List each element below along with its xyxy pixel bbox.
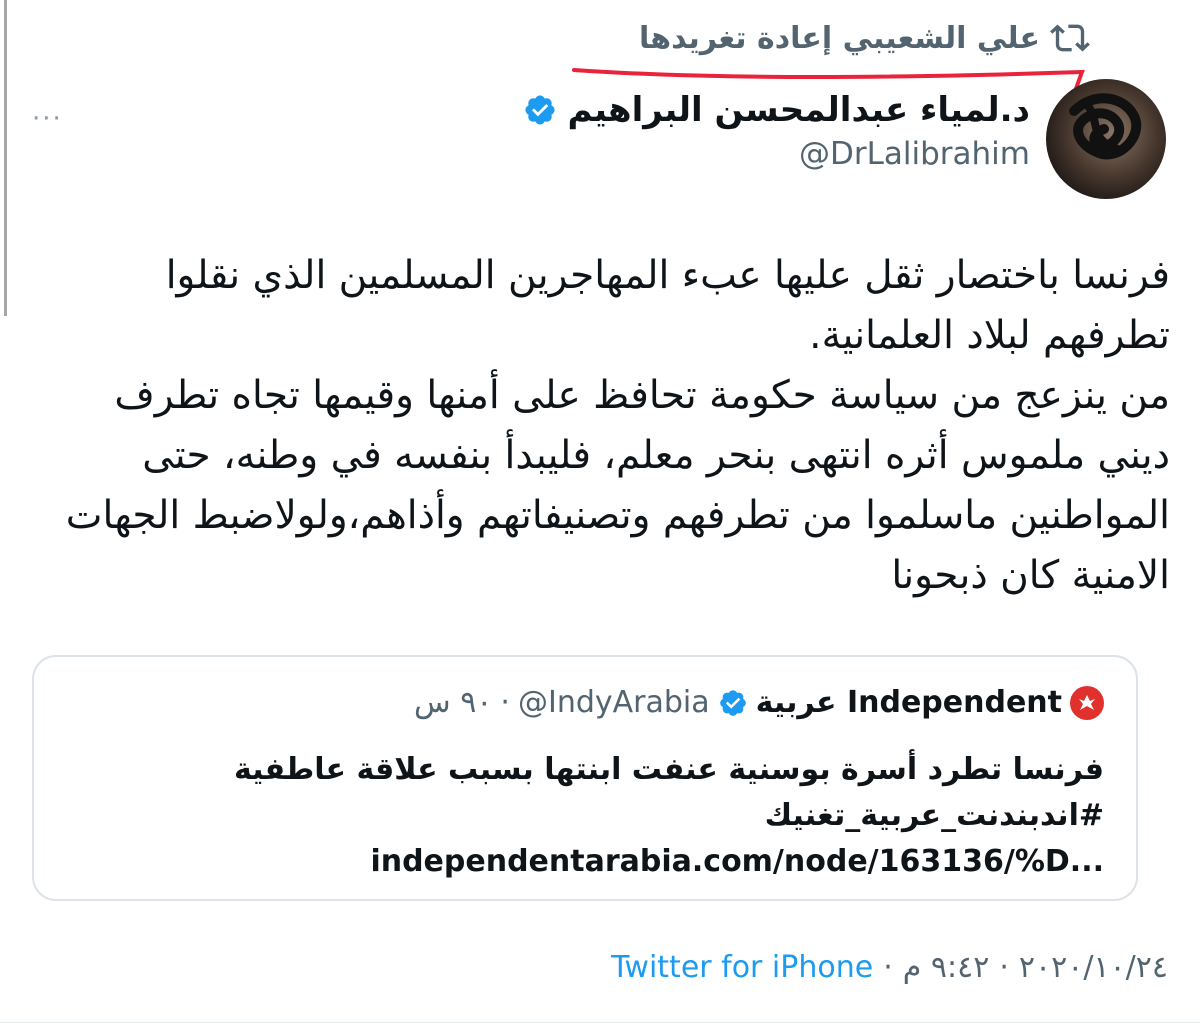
quoted-tweet-card[interactable]: Independent عربية @IndyArabia · ٩٠ س فرن… — [32, 655, 1138, 901]
tweet-footer: ٢٠٢٠/١٠/٢٤ · ٩:٤٢ م · Twitter for iPhone — [611, 950, 1168, 985]
quoted-line-1: فرنسا تطرد أسرة بوسنية عنفت ابنتها بسبب … — [233, 752, 1104, 787]
quoted-author-name: Independent عربية — [755, 685, 1062, 720]
verified-badge-icon — [523, 93, 557, 127]
retweet-icon — [1050, 18, 1090, 58]
tweet-time[interactable]: ٩:٤٢ م — [903, 950, 990, 985]
quoted-author-handle: @IndyArabia — [517, 685, 710, 720]
retweet-header[interactable]: علي الشعيبي إعادة تغريدها — [639, 18, 1090, 58]
author-block[interactable]: د.لمياء عبدالمحسن البراهيم @DrLalibrahim — [523, 90, 1030, 172]
author-handle[interactable]: @DrLalibrahim — [523, 136, 1030, 172]
retweet-label: علي الشعيبي إعادة تغريدها — [639, 20, 1040, 56]
quoted-separator: · — [500, 685, 510, 720]
independent-logo-icon — [1070, 685, 1104, 720]
thread-line — [4, 0, 7, 316]
more-options-icon[interactable]: ··· — [32, 104, 63, 134]
quoted-hashtag[interactable]: #اندبندنت_عربية_تغنيك — [64, 793, 1104, 839]
footer-separator-2: · — [883, 950, 893, 985]
tweet-text: فرنسا باختصار ثقل عليها عبء المهاجرين ال… — [65, 253, 1170, 598]
verified-badge-icon — [718, 688, 748, 718]
quoted-link[interactable]: independentarabia.com/node/163136/%D... — [64, 839, 1104, 885]
redaction-scribble-icon — [1069, 93, 1142, 160]
quoted-time: ٩٠ س — [414, 685, 493, 720]
tweet-source-link[interactable]: Twitter for iPhone — [611, 950, 873, 985]
divider — [0, 1022, 1200, 1023]
footer-separator: · — [999, 950, 1009, 985]
quoted-tweet-header: Independent عربية @IndyArabia · ٩٠ س — [414, 685, 1104, 720]
quoted-tweet-text: فرنسا تطرد أسرة بوسنية عنفت ابنتها بسبب … — [64, 747, 1104, 885]
avatar[interactable] — [1046, 79, 1166, 199]
tweet-date[interactable]: ٢٠٢٠/١٠/٢٤ — [1019, 950, 1168, 985]
author-name[interactable]: د.لمياء عبدالمحسن البراهيم — [567, 90, 1030, 130]
